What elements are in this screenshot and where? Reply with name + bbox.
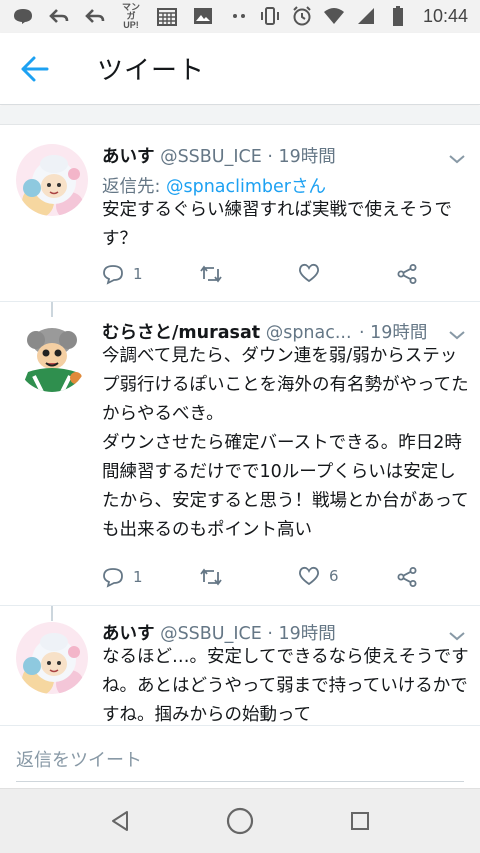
avatar[interactable] bbox=[16, 144, 88, 216]
manga-up-label: マンガ UP! bbox=[121, 1, 140, 30]
tweet-2[interactable]: むらさと/murasat @spnac... · 19時間 今調べて見たら、ダウ… bbox=[0, 302, 480, 607]
handle-and-time[interactable]: @SSBU_ICE · 19時間 bbox=[160, 147, 336, 167]
chevron-down-icon[interactable] bbox=[448, 326, 466, 340]
nav-recents-button[interactable] bbox=[345, 806, 375, 836]
signal-icon bbox=[355, 5, 377, 27]
reply-count: 1 bbox=[133, 265, 143, 283]
status-bar: マンガ UP! 10:44 bbox=[0, 0, 480, 33]
replying-to-label: 返信先: bbox=[102, 177, 166, 197]
display-name[interactable]: あいす bbox=[102, 624, 155, 644]
timestamp[interactable]: · 19時間 bbox=[359, 319, 427, 344]
reply-input-underline bbox=[16, 781, 464, 782]
heart-icon bbox=[299, 566, 319, 586]
replying-to: 返信先: @spnaclimberさん bbox=[102, 173, 326, 198]
dots-icon bbox=[228, 5, 250, 27]
tweet-text: 安定するぐらい練習すれば実戦で使えそうです？ bbox=[102, 200, 452, 249]
back-arrow-icon bbox=[21, 56, 49, 82]
tweet-actions: 1 6 bbox=[102, 566, 422, 592]
like-button[interactable]: 6 bbox=[298, 566, 339, 586]
tweet-actions: 1 bbox=[102, 263, 422, 289]
like-count: 6 bbox=[329, 567, 339, 585]
tweet-text: なるほど…。安定してできるなら使えそうですね。あとはどうやって弱まで持っていける… bbox=[102, 647, 469, 725]
alarm-icon bbox=[291, 5, 313, 27]
reply-composer: 返信をツイート bbox=[0, 725, 480, 788]
tweet-header: むらさと/murasat @spnac... bbox=[102, 319, 352, 344]
line-icon bbox=[12, 5, 34, 27]
reply-button[interactable]: 1 bbox=[102, 566, 143, 588]
display-name[interactable]: むらさと/murasat bbox=[102, 323, 260, 343]
triangle-back-icon bbox=[112, 811, 128, 831]
reply-button[interactable]: 1 bbox=[102, 263, 143, 285]
nav-home-button[interactable] bbox=[225, 806, 255, 836]
system-nav-bar bbox=[0, 788, 480, 853]
back-arrow-icon bbox=[84, 5, 106, 27]
image-icon bbox=[192, 5, 214, 27]
back-button[interactable] bbox=[20, 55, 50, 83]
handle[interactable]: @spnac... bbox=[266, 323, 352, 343]
reply-icon bbox=[103, 568, 123, 588]
reply-icon bbox=[103, 265, 123, 285]
retweet-icon bbox=[200, 568, 222, 586]
home-circle-icon bbox=[226, 807, 254, 835]
app-bar: ツイート bbox=[0, 33, 480, 105]
reply-input[interactable]: 返信をツイート bbox=[16, 746, 142, 772]
retweet-button[interactable] bbox=[199, 566, 232, 588]
vibrate-icon bbox=[259, 5, 281, 27]
tweet-1[interactable]: あいす @SSBU_ICE · 19時間 返信先: @spnaclimberさん… bbox=[0, 126, 480, 301]
heart-icon bbox=[299, 263, 319, 283]
replying-to-link[interactable]: @spnaclimberさん bbox=[166, 177, 326, 197]
share-icon bbox=[397, 264, 417, 284]
clock: 10:44 bbox=[422, 5, 468, 26]
calendar-icon bbox=[156, 5, 178, 27]
reply-count: 1 bbox=[133, 568, 143, 586]
nav-back-button[interactable] bbox=[105, 806, 135, 836]
manga-up-icon: マンガ UP! bbox=[120, 1, 142, 30]
wifi-icon bbox=[323, 5, 345, 27]
chevron-down-icon[interactable] bbox=[448, 150, 466, 164]
back-arrow-icon bbox=[48, 5, 70, 27]
avatar[interactable] bbox=[16, 622, 88, 694]
retweet-button[interactable] bbox=[199, 263, 232, 285]
battery-icon bbox=[387, 5, 409, 27]
share-icon bbox=[397, 567, 417, 587]
section-gap bbox=[0, 106, 480, 125]
share-button[interactable] bbox=[396, 566, 418, 588]
chevron-down-icon[interactable] bbox=[448, 627, 466, 641]
avatar[interactable] bbox=[16, 320, 88, 392]
tweet-text: 今調べて見たら、ダウン連を弱/弱からステップ弱行けるぽいことを海外の有名勢がやっ… bbox=[102, 346, 469, 540]
share-button[interactable] bbox=[396, 263, 418, 285]
square-recents-icon bbox=[351, 812, 369, 830]
display-name[interactable]: あいす bbox=[102, 147, 155, 167]
tweet-3[interactable]: あいす @SSBU_ICE · 19時間 なるほど…。安定してできるなら使えそう… bbox=[0, 606, 480, 725]
handle-and-time[interactable]: @SSBU_ICE · 19時間 bbox=[160, 624, 336, 644]
like-button[interactable] bbox=[298, 263, 329, 283]
tweet-header: あいす @SSBU_ICE · 19時間 bbox=[102, 143, 336, 168]
retweet-icon bbox=[200, 265, 222, 283]
page-title: ツイート bbox=[97, 56, 206, 86]
tweet-header: あいす @SSBU_ICE · 19時間 bbox=[102, 620, 336, 645]
